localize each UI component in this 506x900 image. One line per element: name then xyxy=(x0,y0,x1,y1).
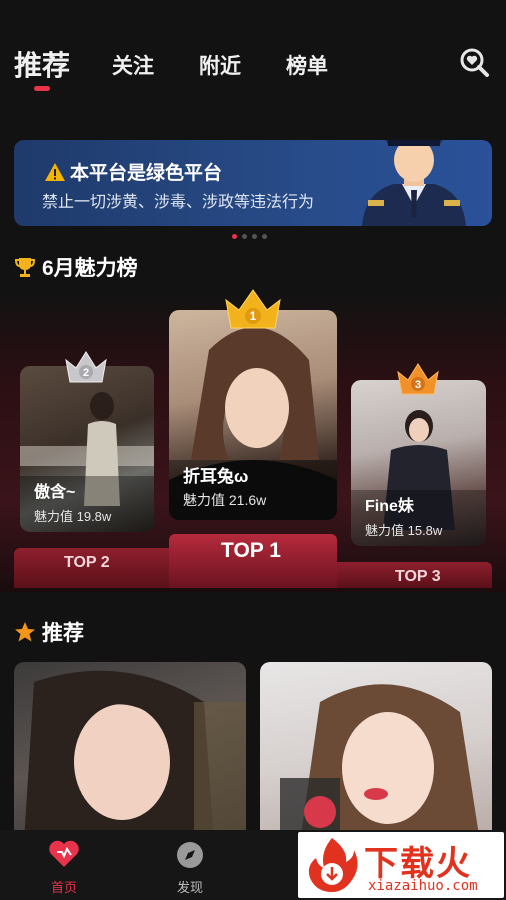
rank-name-top3: Fine妹 xyxy=(365,498,414,515)
rank-charm-top1: 魅力值 21.6w xyxy=(183,492,267,508)
pagination-dot-active xyxy=(232,234,237,239)
rank-number-top1: 1 xyxy=(250,309,257,323)
rank-card-top1[interactable]: 折耳兔ω 魅力值 21.6w xyxy=(169,310,337,520)
nav-home[interactable]: 首页 xyxy=(34,840,94,896)
pagination-dot xyxy=(242,234,247,239)
tab-ranking[interactable]: 榜单 xyxy=(286,50,328,80)
tab-nearby[interactable]: 附近 xyxy=(199,50,241,80)
banner-pagination xyxy=(232,234,267,239)
nav-discover[interactable]: 发现 xyxy=(160,840,220,896)
gold-crown-icon: 1 xyxy=(225,289,281,329)
banner-title: 本平台是绿色平台 xyxy=(70,163,223,184)
bronze-crown-icon: 3 xyxy=(397,363,439,395)
recommend-section-header: 推荐 xyxy=(14,617,84,647)
notice-banner[interactable]: 本平台是绿色平台 禁止一切涉黄、涉毒、涉政等违法行为 xyxy=(14,140,492,226)
police-illustration xyxy=(362,140,466,226)
nav-discover-label: 发现 xyxy=(176,880,203,895)
top1-label: TOP 1 xyxy=(221,539,281,562)
recommend-card-1[interactable] xyxy=(14,662,246,842)
avatar xyxy=(24,670,246,842)
warning-icon xyxy=(45,163,65,181)
avatar xyxy=(280,684,480,842)
recommend-title: 推荐 xyxy=(42,622,84,645)
rank-number-top2: 2 xyxy=(83,367,89,379)
rank-card-top2[interactable]: 傲含~ 魅力值 19.8w xyxy=(20,366,154,532)
search-heart-icon[interactable] xyxy=(458,46,490,78)
trophy-icon xyxy=(14,258,36,277)
rank-charm-top2: 魅力值 19.8w xyxy=(34,509,112,524)
star-icon xyxy=(15,622,35,642)
pagination-dot xyxy=(262,234,267,239)
heart-home-icon xyxy=(49,840,79,867)
pagination-dot xyxy=(252,234,257,239)
ranking-title: 6月魅力榜 xyxy=(42,257,138,280)
recommend-card-2[interactable] xyxy=(260,662,492,842)
watermark: 下载火 xiazaihuo.com xyxy=(298,832,504,898)
flame-logo-icon xyxy=(308,838,358,892)
compass-icon xyxy=(177,842,203,868)
watermark-url: xiazaihuo.com xyxy=(368,878,478,894)
top2-label: TOP 2 xyxy=(64,554,110,571)
rank-name-top2: 傲含~ xyxy=(34,484,76,501)
tab-follow[interactable]: 关注 xyxy=(112,50,154,80)
top3-label: TOP 3 xyxy=(395,568,441,585)
rank-charm-top3: 魅力值 15.8w xyxy=(365,523,443,538)
avatar xyxy=(169,327,337,520)
silver-crown-icon: 2 xyxy=(65,351,107,383)
banner-subtitle: 禁止一切涉黄、涉毒、涉政等违法行为 xyxy=(42,194,315,211)
rank-name-top1: 折耳兔ω xyxy=(183,467,249,486)
rank-card-top3[interactable]: Fine妹 魅力值 15.8w xyxy=(351,380,486,546)
nav-home-label: 首页 xyxy=(50,880,77,895)
tab-recommend[interactable]: 推荐 xyxy=(14,44,70,84)
top-tab-bar: 推荐 关注 附近 榜单 xyxy=(0,0,506,100)
ranking-section-header: 6月魅力榜 xyxy=(14,252,138,282)
rank-number-top3: 3 xyxy=(415,379,421,391)
active-tab-indicator xyxy=(34,86,50,91)
